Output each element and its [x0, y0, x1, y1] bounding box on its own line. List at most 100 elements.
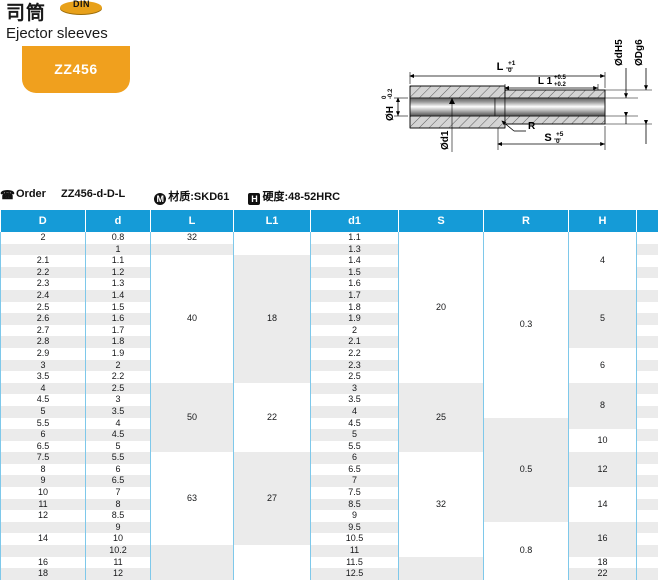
cell-price[interactable] — [636, 475, 658, 488]
col-header-d[interactable]: d — [85, 210, 151, 232]
cell-price[interactable] — [636, 243, 658, 256]
cell-price[interactable] — [636, 347, 658, 360]
cell-price[interactable] — [636, 324, 658, 337]
cell-d1: 2.5 — [310, 371, 399, 383]
cell-H: 18 — [568, 556, 637, 569]
cell-D: 2.5 — [0, 301, 86, 314]
cell-price[interactable] — [636, 429, 658, 441]
cell-D: 14 — [0, 533, 86, 546]
cell-L: 50 — [150, 382, 234, 453]
cell-d: 4 — [85, 417, 151, 430]
cell-price[interactable] — [636, 463, 658, 476]
cell-d1: 9.5 — [310, 521, 399, 534]
table-row: 5.5 4 4.5 0.5 — [0, 417, 658, 522]
cell-d: 7 — [85, 487, 151, 499]
dim-L-tol-upper: +1 — [508, 60, 516, 67]
col-header-price[interactable]: @¥/P — [636, 210, 658, 232]
cell-price[interactable] — [636, 521, 658, 534]
cell-price[interactable] — [636, 533, 658, 546]
col-header-L[interactable]: L — [150, 210, 234, 232]
din-standard-icon: DIN — [60, 0, 103, 15]
material-text: 材质:SKD61 — [168, 191, 230, 203]
cell-d: 1 — [85, 243, 151, 256]
cell-d1: 5.5 — [310, 440, 399, 453]
cell-price[interactable] — [636, 452, 658, 464]
hardness-icon: H — [248, 193, 261, 205]
col-header-d1[interactable]: d1 — [310, 210, 399, 232]
col-header-D[interactable]: D — [0, 210, 86, 232]
cell-L: 32 — [150, 232, 234, 244]
cell-price[interactable] — [636, 556, 658, 569]
cell-L: 63 — [150, 452, 234, 546]
cell-price[interactable] — [636, 336, 658, 348]
cell-D: 2.6 — [0, 313, 86, 325]
cell-H: 6 — [568, 347, 637, 383]
cell-D: 2.3 — [0, 278, 86, 290]
cell-price[interactable] — [636, 313, 658, 325]
cell-R: 0.5 — [483, 417, 569, 522]
cell-d1: 2.2 — [310, 347, 399, 360]
cell-price[interactable] — [636, 232, 658, 244]
cell-price[interactable] — [636, 382, 658, 395]
col-header-H[interactable]: H — [568, 210, 637, 232]
cell-price[interactable] — [636, 417, 658, 430]
cell-price[interactable] — [636, 359, 658, 372]
cell-d1: 10.5 — [310, 533, 399, 546]
cell-price[interactable] — [636, 394, 658, 406]
page-title-en: Ejector sleeves — [6, 25, 108, 42]
cell-price[interactable] — [636, 289, 658, 302]
cell-d: 5.5 — [85, 452, 151, 464]
cell-S: 32 — [398, 452, 484, 557]
cell-price[interactable] — [636, 487, 658, 499]
cell-price[interactable] — [636, 266, 658, 279]
cell-price[interactable] — [636, 278, 658, 290]
cell-L: 40 — [150, 255, 234, 383]
cell-price[interactable] — [636, 405, 658, 418]
cell-D — [0, 545, 86, 557]
cell-D: 4 — [0, 382, 86, 395]
page-header: 司筒 DIN Ejector sleeves — [0, 0, 200, 42]
cell-price[interactable] — [636, 545, 658, 557]
cell-H: 4 — [568, 232, 637, 290]
order-info-bar: ☎Order ZZ456-d-D-L M 材质:SKD61 H 硬度:48-52HR… — [0, 188, 658, 208]
cell-d: 6 — [85, 463, 151, 476]
cell-d1: 1.4 — [310, 255, 399, 267]
cell-d1: 4 — [310, 405, 399, 418]
cell-H: 5 — [568, 289, 637, 348]
cell-d1: 6.5 — [310, 463, 399, 476]
cell-D — [0, 521, 86, 534]
cell-d: 3 — [85, 394, 151, 406]
cell-D: 7.5 — [0, 452, 86, 464]
cell-d1: 5 — [310, 429, 399, 441]
page-title-cn: 司筒 — [6, 3, 47, 24]
cell-d1: 11 — [310, 545, 399, 557]
cell-d: 2.2 — [85, 371, 151, 383]
cell-D: 2.4 — [0, 289, 86, 302]
cell-d: 2 — [85, 359, 151, 372]
cell-price[interactable] — [636, 440, 658, 453]
table-row: 9 9.5 0.8 16 — [0, 521, 658, 580]
cell-D: 2 — [0, 232, 86, 244]
cell-S: 20 — [398, 232, 484, 383]
cell-price[interactable] — [636, 255, 658, 267]
cell-D: 6 — [0, 429, 86, 441]
col-header-R[interactable]: R — [483, 210, 569, 232]
cell-D: 9 — [0, 475, 86, 488]
cell-D: 2.1 — [0, 255, 86, 267]
spec-sheet-page: 司筒 DIN Ejector sleeves ZZ456 L +1 0 L 1 … — [0, 0, 658, 580]
col-header-S[interactable]: S — [398, 210, 484, 232]
cell-price[interactable] — [636, 510, 658, 522]
cell-L — [150, 243, 234, 256]
dim-L-label: L — [497, 61, 504, 73]
cell-d: 1.1 — [85, 255, 151, 267]
cell-price[interactable] — [636, 498, 658, 511]
material-icon: M — [154, 193, 167, 205]
col-header-L1[interactable]: L1 — [233, 210, 311, 232]
cell-price[interactable] — [636, 301, 658, 314]
cell-d1: 2.1 — [310, 336, 399, 348]
cell-price[interactable] — [636, 371, 658, 383]
cell-H: 8 — [568, 382, 637, 430]
cell-d: 1.2 — [85, 266, 151, 279]
cell-H: 14 — [568, 487, 637, 522]
dim-d1-label: Ød1 — [440, 130, 451, 150]
